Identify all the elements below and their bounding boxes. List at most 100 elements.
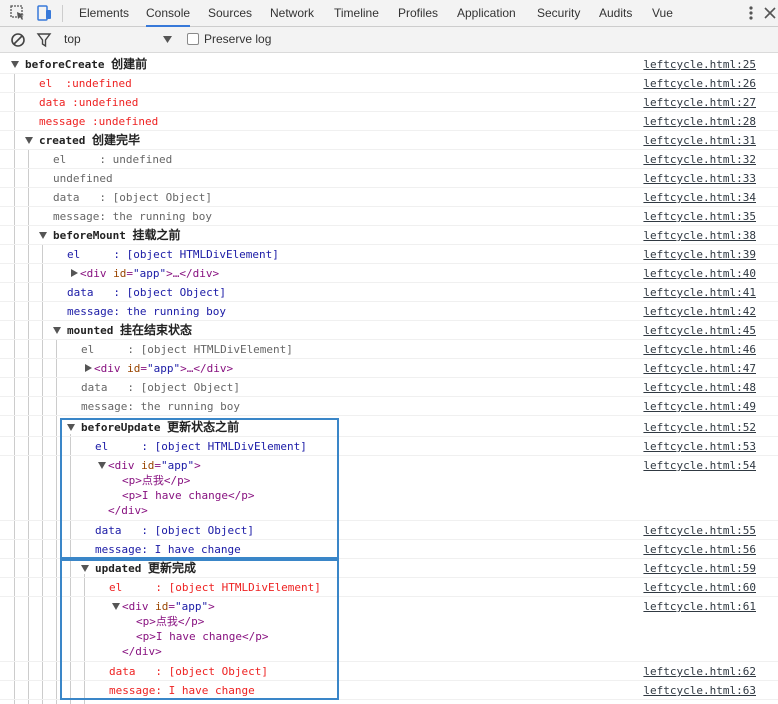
source-link[interactable]: leftcycle.html:28 [643, 112, 756, 131]
console-message: message: the running boy leftcycle.html:… [0, 302, 778, 321]
source-link[interactable]: leftcycle.html:40 [643, 264, 756, 283]
source-link[interactable]: leftcycle.html:54 [643, 456, 756, 475]
source-link[interactable]: leftcycle.html:59 [643, 559, 756, 578]
expand-triangle-icon[interactable] [39, 232, 47, 239]
console-group-header[interactable]: beforeCreate 创建前 leftcycle.html:25 [0, 55, 778, 74]
message-text: undefined [53, 172, 113, 185]
console-message: data :undefined leftcycle.html:27 [0, 93, 778, 112]
console-group-header[interactable]: beforeMount 挂载之前 leftcycle.html:38 [0, 226, 778, 245]
highlight-box-before-update [60, 418, 339, 559]
source-link[interactable]: leftcycle.html:55 [643, 521, 756, 540]
source-link[interactable]: leftcycle.html:62 [643, 662, 756, 681]
tab-elements[interactable]: Elements [79, 0, 129, 27]
message-text: message: the running boy [81, 400, 240, 413]
source-link[interactable]: leftcycle.html:53 [643, 437, 756, 456]
expand-node-icon[interactable] [85, 364, 92, 372]
console-group-header[interactable]: mounted 挂在结束状态 leftcycle.html:45 [0, 321, 778, 340]
console-message: undefined leftcycle.html:33 [0, 169, 778, 188]
preserve-log-label: Preserve log [204, 32, 272, 46]
console-message: data : [object Object] leftcycle.html:34 [0, 188, 778, 207]
toolbar-separator [62, 5, 63, 22]
tab-sources[interactable]: Sources [208, 0, 252, 27]
console-group-header[interactable]: created 创建完毕 leftcycle.html:31 [0, 131, 778, 150]
console-message: <div id="app">…</div> leftcycle.html:40 [0, 264, 778, 283]
console-messages: beforeCreate 创建前 leftcycle.html:25 el :u… [0, 54, 778, 704]
group-label-cn: 挂载之前 [132, 228, 181, 242]
message-text: el : [object HTMLDivElement] [67, 248, 279, 261]
console-message: data : [object Object] leftcycle.html:41 [0, 283, 778, 302]
expand-node-icon[interactable] [71, 269, 78, 277]
group-label-cn: 挂在结束状态 [119, 323, 192, 337]
group-label: created [39, 134, 86, 147]
message-text: data : [object Object] [67, 286, 226, 299]
tab-audits[interactable]: Audits [599, 0, 632, 27]
devtools-tabbar: Elements Console Sources Network Timelin… [0, 0, 778, 27]
source-link[interactable]: leftcycle.html:25 [643, 55, 756, 74]
console-message: el : undefined leftcycle.html:32 [0, 150, 778, 169]
source-link[interactable]: leftcycle.html:39 [643, 245, 756, 264]
source-link[interactable]: leftcycle.html:35 [643, 207, 756, 226]
tab-console[interactable]: Console [146, 0, 191, 27]
group-label: beforeCreate [25, 58, 105, 71]
source-link[interactable]: leftcycle.html:41 [643, 283, 756, 302]
tab-application[interactable]: Application [457, 0, 516, 27]
context-selector[interactable]: top [64, 27, 81, 52]
more-options-icon[interactable] [741, 3, 761, 23]
message-text: data :undefined [39, 96, 139, 109]
device-toolbar-icon[interactable] [34, 3, 54, 23]
message-text: data : [object Object] [53, 191, 212, 204]
source-link[interactable]: leftcycle.html:52 [643, 418, 756, 437]
console-message: message :undefined leftcycle.html:28 [0, 112, 778, 131]
source-link[interactable]: leftcycle.html:46 [643, 340, 756, 359]
group-label-cn: 创建前 [111, 57, 148, 71]
source-link[interactable]: leftcycle.html:60 [643, 578, 756, 597]
message-text: message: the running boy [53, 210, 212, 223]
console-message: el :undefined leftcycle.html:26 [0, 74, 778, 93]
source-link[interactable]: leftcycle.html:32 [643, 150, 756, 169]
chevron-down-icon[interactable] [163, 36, 172, 43]
tab-network[interactable]: Network [270, 0, 314, 27]
console-message: data : [object Object] leftcycle.html:48 [0, 378, 778, 397]
close-devtools-icon[interactable] [760, 3, 778, 23]
clear-console-icon[interactable] [10, 32, 26, 48]
console-message: message: the running boy leftcycle.html:… [0, 207, 778, 226]
dom-node[interactable]: <div id="app">…</div> [94, 359, 233, 378]
group-label: beforeMount [53, 229, 126, 242]
message-text: el : [object HTMLDivElement] [81, 343, 293, 356]
source-link[interactable]: leftcycle.html:26 [643, 74, 756, 93]
tab-security[interactable]: Security [537, 0, 580, 27]
expand-triangle-icon[interactable] [11, 61, 19, 68]
message-text: message :undefined [39, 115, 159, 128]
tab-vue[interactable]: Vue [652, 0, 673, 27]
console-message: el : [object HTMLDivElement] leftcycle.h… [0, 245, 778, 264]
message-text: data : [object Object] [81, 381, 240, 394]
tab-timeline[interactable]: Timeline [334, 0, 379, 27]
dom-node[interactable]: <div id="app">…</div> [80, 264, 219, 283]
expand-triangle-icon[interactable] [25, 137, 33, 144]
highlight-box-updated [60, 559, 339, 700]
source-link[interactable]: leftcycle.html:61 [643, 597, 756, 616]
source-link[interactable]: leftcycle.html:47 [643, 359, 756, 378]
expand-triangle-icon[interactable] [53, 327, 61, 334]
source-link[interactable]: leftcycle.html:33 [643, 169, 756, 188]
source-link[interactable]: leftcycle.html:34 [643, 188, 756, 207]
source-link[interactable]: leftcycle.html:27 [643, 93, 756, 112]
source-link[interactable]: leftcycle.html:45 [643, 321, 756, 340]
source-link[interactable]: leftcycle.html:49 [643, 397, 756, 416]
group-label-cn: 创建完毕 [91, 133, 140, 147]
source-link[interactable]: leftcycle.html:38 [643, 226, 756, 245]
console-toolbar: top Preserve log [0, 27, 778, 53]
source-link[interactable]: leftcycle.html:63 [643, 681, 756, 700]
console-message: <div id="app">…</div> leftcycle.html:47 [0, 359, 778, 378]
filter-icon[interactable] [36, 32, 52, 48]
source-link[interactable]: leftcycle.html:42 [643, 302, 756, 321]
tab-profiles[interactable]: Profiles [398, 0, 438, 27]
group-label: mounted [67, 324, 114, 337]
preserve-log-checkbox[interactable] [187, 33, 199, 45]
source-link[interactable]: leftcycle.html:56 [643, 540, 756, 559]
source-link[interactable]: leftcycle.html:48 [643, 378, 756, 397]
message-text: el :undefined [39, 77, 132, 90]
message-text: el : undefined [53, 153, 173, 166]
source-link[interactable]: leftcycle.html:31 [643, 131, 756, 150]
inspect-element-icon[interactable] [8, 3, 28, 23]
